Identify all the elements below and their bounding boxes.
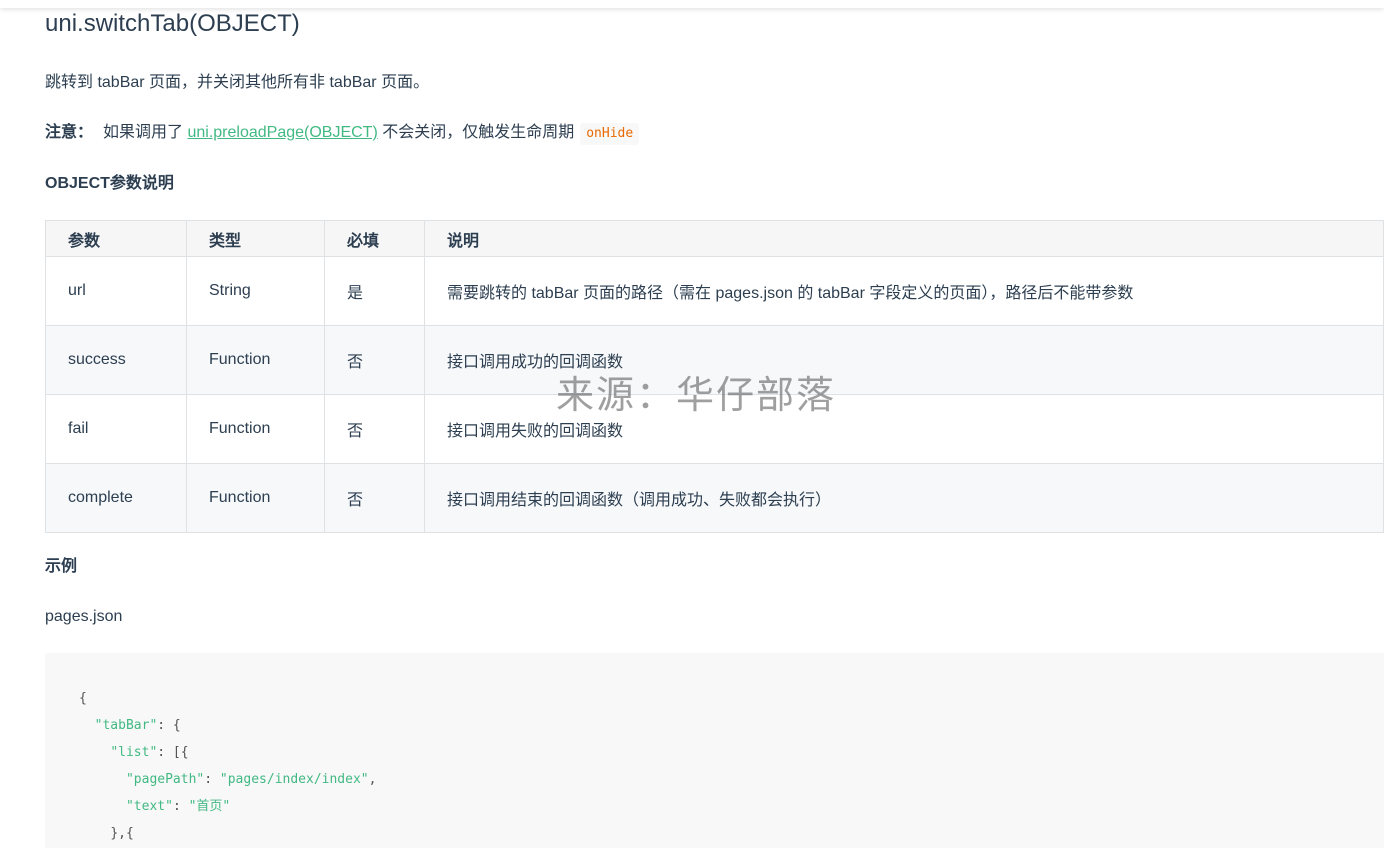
param-required: 否: [324, 463, 425, 533]
preload-page-link[interactable]: uni.preloadPage(OBJECT): [187, 124, 377, 141]
param-type: Function: [186, 325, 325, 395]
code-line: {: [79, 691, 87, 706]
param-name: url: [45, 256, 187, 326]
code-key: "text": [125, 799, 173, 814]
table-header-row: 参数 类型 必填 说明: [45, 220, 1384, 257]
top-bar: [0, 0, 1384, 8]
page-title: uni.switchTab(OBJECT): [45, 10, 300, 37]
param-name: success: [45, 325, 187, 395]
params-table: 参数 类型 必填 说明 url String 是 需要跳转的 tabBar 页面…: [45, 220, 1384, 533]
code-block: { "tabBar": { "list": [{ "pagePath": "pa…: [45, 653, 1384, 848]
code-punct: : [{: [157, 745, 189, 760]
onhide-code: onHide: [580, 123, 640, 145]
header-type: 类型: [186, 220, 325, 257]
param-name: fail: [45, 394, 187, 464]
note-label: 注意：: [45, 124, 94, 141]
header-param: 参数: [45, 220, 187, 257]
code-value: "首页": [188, 799, 231, 814]
table-row: complete Function 否 接口调用结束的回调函数（调用成功、失败都…: [45, 463, 1384, 533]
param-required: 是: [324, 256, 425, 326]
param-name: complete: [45, 463, 187, 533]
param-required: 否: [324, 394, 425, 464]
param-description: 需要跳转的 tabBar 页面的路径（需在 pages.json 的 tabBa…: [424, 256, 1384, 326]
table-row: fail Function 否 接口调用失败的回调函数: [45, 394, 1384, 464]
param-type: Function: [186, 394, 325, 464]
code-key: "tabBar": [94, 718, 158, 733]
param-required: 否: [324, 325, 425, 395]
header-required: 必填: [324, 220, 425, 257]
note-text-before: 如果调用了: [103, 124, 188, 141]
header-description: 说明: [424, 220, 1384, 257]
code-value: "pages/index/index": [219, 772, 369, 787]
param-description: 接口调用失败的回调函数: [424, 394, 1384, 464]
note-text-after: 不会关闭，仅触发生命周期: [377, 124, 575, 141]
example-filename: pages.json: [45, 608, 123, 625]
param-type: String: [186, 256, 325, 326]
param-description: 接口调用成功的回调函数: [424, 325, 1384, 395]
note-paragraph: 注意： 如果调用了 uni.preloadPage(OBJECT) 不会关闭，仅触…: [45, 121, 640, 145]
table-row: success Function 否 接口调用成功的回调函数: [45, 325, 1384, 395]
code-key: "pagePath": [125, 772, 205, 787]
code-key: "list": [110, 745, 158, 760]
params-heading: OBJECT参数说明: [45, 175, 174, 192]
param-description: 接口调用结束的回调函数（调用成功、失败都会执行）: [424, 463, 1384, 533]
table-row: url String 是 需要跳转的 tabBar 页面的路径（需在 pages…: [45, 256, 1384, 326]
code-line: },{: [110, 826, 134, 841]
example-heading: 示例: [45, 558, 78, 575]
param-type: Function: [186, 463, 325, 533]
api-description: 跳转到 tabBar 页面，并关闭其他所有非 tabBar 页面。: [45, 74, 430, 91]
code-punct: : {: [157, 718, 181, 733]
